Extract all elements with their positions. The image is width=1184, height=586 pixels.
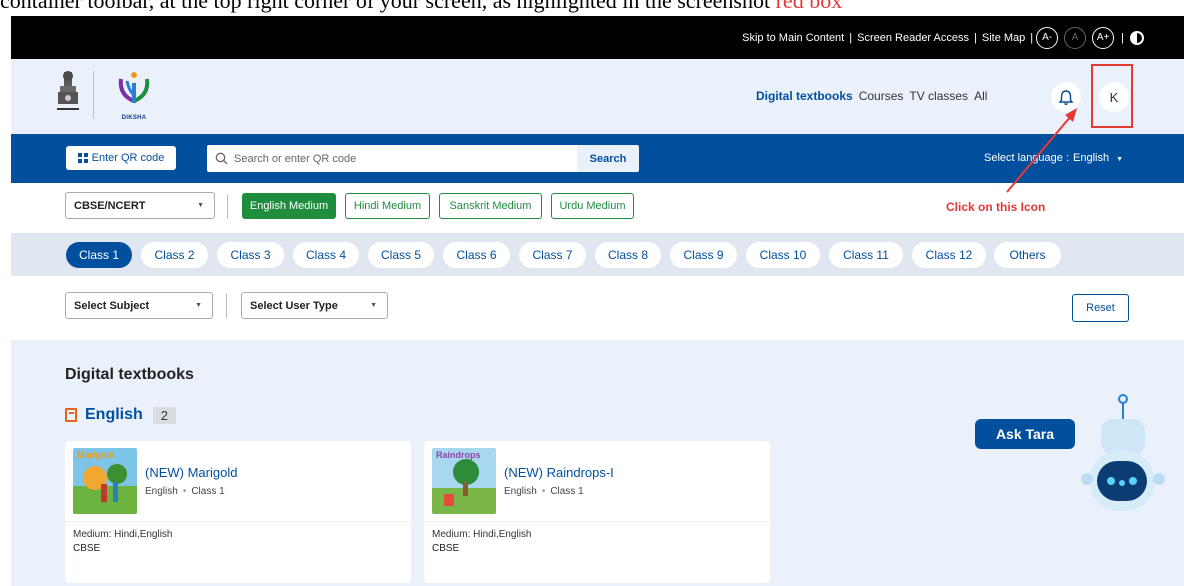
subject-filter-row: Select Subject ▼ Select User Type ▼ Rese…: [11, 276, 1184, 340]
font-decrease-button[interactable]: A-: [1036, 26, 1059, 49]
class-pill-4[interactable]: Class 4: [293, 242, 359, 268]
robot-icon: [1081, 394, 1165, 511]
site-header: DIKSHA Digital textbooks Courses TV clas…: [11, 59, 1184, 134]
subject-select-value: Select Subject: [74, 299, 150, 312]
medium-chip-hindi[interactable]: Hindi Medium: [345, 193, 430, 219]
book-meta: English • Class 1: [504, 486, 584, 497]
site-map-link[interactable]: Site Map: [982, 32, 1025, 44]
language-select[interactable]: Select language : English ▼: [984, 152, 1123, 164]
font-increase-button[interactable]: A+: [1092, 26, 1115, 49]
search-input[interactable]: [234, 152, 564, 165]
notification-bell-button[interactable]: [1051, 82, 1081, 112]
class-pill-others[interactable]: Others: [994, 242, 1061, 268]
diksha-mark-icon: [118, 72, 150, 103]
class-pill-6[interactable]: Class 6: [443, 242, 510, 268]
class-pill-12[interactable]: Class 12: [912, 242, 986, 268]
board-select-value: CBSE/NCERT: [74, 199, 146, 212]
ask-tara-chatbot-button[interactable]: Ask Tara: [975, 391, 1184, 586]
nav-tv-classes[interactable]: TV classes: [909, 89, 968, 103]
logo-divider: [93, 71, 94, 119]
medium-chip-english[interactable]: English Medium: [242, 193, 336, 219]
page: container toolbar, at the top right corn…: [0, 0, 1184, 586]
top-caption-strip: container toolbar, at the top right corn…: [0, 0, 1184, 16]
book-cover-marigold: Marigold: [73, 448, 137, 514]
screen-reader-link[interactable]: Screen Reader Access: [857, 32, 969, 44]
book-medium: Medium: Hindi,English: [432, 529, 532, 540]
class-pill-1[interactable]: Class 1: [66, 242, 132, 268]
profile-avatar-button[interactable]: K: [1099, 82, 1129, 112]
chevron-down-icon: ▼: [195, 302, 202, 309]
class-pill-11[interactable]: Class 11: [829, 242, 903, 268]
language-select-value: English: [1073, 152, 1110, 164]
medium-chip-urdu[interactable]: Urdu Medium: [551, 193, 634, 219]
class-pill-2[interactable]: Class 2: [141, 242, 208, 268]
book-title: (NEW) Raindrops-I: [504, 465, 614, 480]
svg-text:Marigold: Marigold: [77, 450, 115, 460]
national-emblem-icon: [57, 71, 79, 110]
subject-heading-label: English: [85, 406, 143, 423]
book-medium: Medium: Hindi,English: [73, 529, 173, 540]
filter-divider: [226, 294, 227, 318]
book-meta: English • Class 1: [145, 486, 225, 497]
nav-all[interactable]: All: [974, 89, 987, 103]
user-type-select[interactable]: Select User Type ▼: [241, 292, 388, 319]
book-board: CBSE: [432, 543, 460, 554]
main-nav: Digital textbooks Courses TV classes All: [756, 89, 993, 103]
chevron-down-icon: ▼: [1116, 156, 1124, 163]
search-icon: [215, 152, 228, 165]
medium-chip-sanskrit[interactable]: Sanskrit Medium: [439, 193, 542, 219]
book-icon: [65, 408, 77, 422]
user-type-select-value: Select User Type: [250, 299, 338, 312]
search-bar: Enter QR code Search Select language :En…: [11, 134, 1184, 183]
nav-courses[interactable]: Courses: [859, 89, 904, 103]
subject-heading: English 2: [65, 406, 177, 424]
count-badge: 2: [152, 406, 177, 424]
class-pill-10[interactable]: Class 10: [746, 242, 820, 268]
nav-digital-textbooks[interactable]: Digital textbooks: [756, 89, 853, 103]
class-pill-5[interactable]: Class 5: [368, 242, 434, 268]
font-normal-button[interactable]: A: [1064, 26, 1087, 49]
diksha-wordmark: DIKSHA: [121, 115, 147, 121]
book-title: (NEW) Marigold: [145, 465, 238, 480]
app-frame: Skip to Main Content | Screen Reader Acc…: [11, 16, 1184, 586]
enter-qr-code-button[interactable]: Enter QR code: [66, 146, 176, 170]
class-filter-row: Class 1 Class 2 Class 3 Class 4 Class 5 …: [11, 233, 1184, 276]
ask-tara-label: Ask Tara: [975, 419, 1075, 449]
book-board: CBSE: [73, 543, 101, 554]
svg-text:Raindrops: Raindrops: [436, 450, 481, 460]
filter-divider: [227, 195, 228, 219]
book-card-raindrops[interactable]: Raindrops (NEW) Raindrops-I English • Clas…: [424, 441, 770, 583]
chevron-down-icon: ▼: [370, 302, 377, 309]
class-pill-7[interactable]: Class 7: [519, 242, 586, 268]
book-cover-raindrops: Raindrops: [432, 448, 496, 514]
diksha-logo[interactable]: DIKSHA: [109, 69, 159, 121]
section-title: Digital textbooks: [65, 366, 194, 383]
chevron-down-icon: ▼: [197, 202, 204, 209]
top-caption-text: container toolbar, at the top right corn…: [0, 0, 843, 13]
search-button[interactable]: Search: [577, 145, 639, 172]
subject-select[interactable]: Select Subject ▼: [65, 292, 213, 319]
book-card-marigold[interactable]: Marigold (NEW) Marigold English • Class 1 …: [65, 441, 411, 583]
class-pill-9[interactable]: Class 9: [670, 242, 737, 268]
contrast-toggle-icon[interactable]: [1130, 30, 1144, 45]
skip-to-main-link[interactable]: Skip to Main Content: [742, 32, 844, 44]
enter-qr-code-label: Enter QR code: [91, 152, 165, 164]
bell-icon: [1058, 89, 1074, 105]
accessibility-bar: Skip to Main Content | Screen Reader Acc…: [11, 16, 1184, 59]
class-pill-8[interactable]: Class 8: [595, 242, 661, 268]
board-select[interactable]: CBSE/NCERT ▼: [65, 192, 215, 219]
reset-button[interactable]: Reset: [1072, 294, 1129, 322]
language-select-label: Select language :: [984, 152, 1070, 164]
annotation-click-note: Click on this Icon: [946, 200, 1046, 214]
qr-code-icon: [77, 153, 88, 163]
class-pill-3[interactable]: Class 3: [217, 242, 284, 268]
search-field: [207, 145, 577, 172]
